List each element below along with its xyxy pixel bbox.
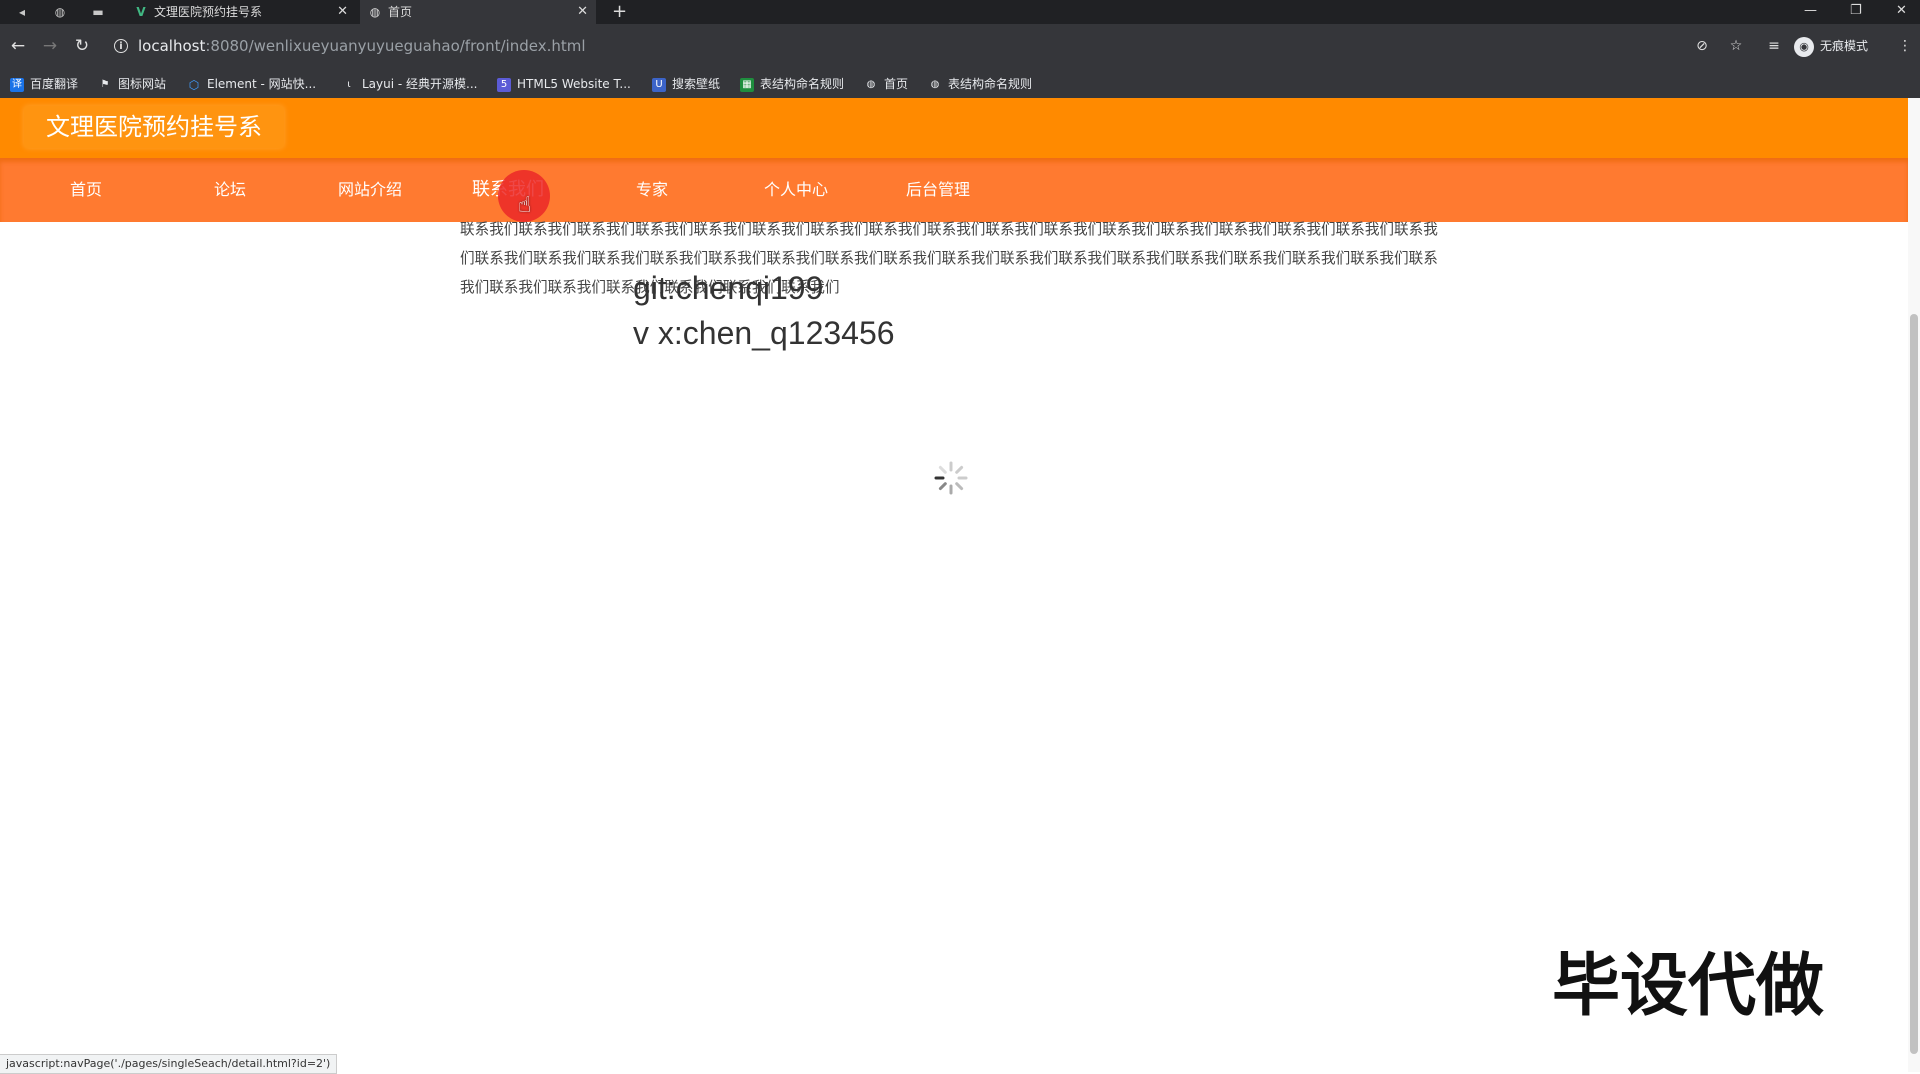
tracking-blocked-icon[interactable]: ⊘ <box>1693 37 1711 55</box>
close-tab-icon[interactable]: ✕ <box>577 0 588 24</box>
bookmark-item[interactable]: U 搜索壁纸 <box>652 70 720 98</box>
tab-title: 文理医院预约挂号系 <box>154 5 263 19</box>
nav-admin[interactable]: 后台管理 <box>906 158 970 222</box>
forward-icon[interactable]: → <box>40 36 60 56</box>
wechat-contact: v x:chen_q123456 <box>633 315 895 351</box>
scrollbar-thumb[interactable] <box>1910 314 1918 1054</box>
site-title[interactable]: 文理医院预约挂号系 <box>24 106 284 148</box>
tab-title: 首页 <box>388 5 413 19</box>
globe-icon: ◍ <box>930 78 940 90</box>
tab-active[interactable]: ◍ 首页 ✕ <box>360 0 596 24</box>
loading-spinner-icon <box>934 461 968 495</box>
flag-icon: ⚑ <box>100 78 110 90</box>
wallpaper-icon: U <box>652 77 666 92</box>
vue-icon: V <box>136 5 146 19</box>
close-tab-icon[interactable]: ✕ <box>337 0 348 24</box>
bookmark-item[interactable]: ɩ Layui - 经典开源模... <box>342 70 477 98</box>
back-icon[interactable]: ← <box>8 36 28 56</box>
globe-icon: ◍ <box>369 5 381 19</box>
translate-icon: 译 <box>10 77 24 92</box>
contact-content: 联系我们联系我们联系我们联系我们联系我们联系我们联系我们联系我们联系我们联系我们… <box>460 221 1438 296</box>
address-toolbar: ← → ↻ i localhost:8080/wenlixueyuanyuyue… <box>0 24 1920 70</box>
html5-icon: 5 <box>497 77 511 92</box>
watermark-text: 毕设代做 <box>1552 947 1825 1026</box>
nav-experts[interactable]: 专家 <box>636 158 668 222</box>
new-tab-button[interactable]: + <box>612 0 627 24</box>
main-nav: 首页 论坛 网站介绍 联系我们 专家 个人中心 后台管理 <box>0 158 1908 222</box>
nav-home[interactable]: 首页 <box>70 158 102 222</box>
incognito-icon: ◉ <box>1794 36 1814 57</box>
audio-icon[interactable]: ◂ <box>14 4 30 20</box>
bookmarks-bar: 译百度翻译 ⚑ 图标网站 ⬡ Element - 网站快... ɩ Layui - 经… <box>0 70 1920 98</box>
status-bar-url: javascript:navPage('./pages/singleSeach/… <box>0 1054 338 1074</box>
bookmark-item[interactable]: ▦ 表结构命名规则 <box>740 70 844 98</box>
sheet-icon: ▦ <box>740 77 754 92</box>
vertical-scrollbar[interactable] <box>1908 98 1920 1072</box>
window-icon[interactable]: ▬ <box>90 4 106 20</box>
bookmark-item[interactable]: ⚑ 图标网站 <box>98 70 167 98</box>
close-window-icon[interactable]: ✕ <box>1896 0 1907 24</box>
layui-icon: ɩ <box>347 78 351 90</box>
address-field[interactable]: i localhost:8080/wenlixueyuanyuyueguahao… <box>108 33 1798 61</box>
bookmark-item[interactable]: ◍ 表结构命名规则 <box>928 70 1032 98</box>
globe-icon: ◍ <box>866 78 876 90</box>
bookmark-item[interactable]: ⬡ Element - 网站快... <box>187 70 316 98</box>
site-header: 文理医院预约挂号系 <box>0 98 1908 158</box>
url-text[interactable]: localhost:8080/wenlixueyuanyuyueguahao/f… <box>138 37 586 55</box>
bookmark-star-icon[interactable]: ☆ <box>1727 37 1745 55</box>
nav-profile[interactable]: 个人中心 <box>764 158 828 222</box>
nav-about[interactable]: 网站介绍 <box>338 158 402 222</box>
element-icon: ⬡ <box>188 77 200 92</box>
nav-forum[interactable]: 论坛 <box>214 158 246 222</box>
tab-inactive[interactable]: V 文理医院预约挂号系 ✕ <box>126 0 356 24</box>
bookmark-item[interactable]: 5 HTML5 Website T... <box>497 70 631 98</box>
reading-list-icon[interactable]: ≡ <box>1765 37 1783 55</box>
minimize-icon[interactable]: — <box>1804 0 1817 24</box>
incognito-profile[interactable]: ◉ 无痕模式 <box>1794 35 1868 57</box>
globe-icon[interactable]: ◍ <box>52 4 68 20</box>
git-contact: git:chenqi199 <box>633 270 824 306</box>
restore-icon[interactable]: ❐ <box>1850 0 1862 24</box>
bookmark-item[interactable]: ◍ 首页 <box>864 70 908 98</box>
bookmark-item[interactable]: 译百度翻译 <box>10 70 78 98</box>
browser-tab-bar: ◂ ◍ ▬ V 文理医院预约挂号系 ✕ ◍ 首页 ✕ + — ❐ ✕ <box>0 0 1920 24</box>
reload-icon[interactable]: ↻ <box>72 36 92 56</box>
info-icon[interactable]: i <box>114 39 128 53</box>
menu-icon[interactable]: ⋮ <box>1896 37 1914 55</box>
